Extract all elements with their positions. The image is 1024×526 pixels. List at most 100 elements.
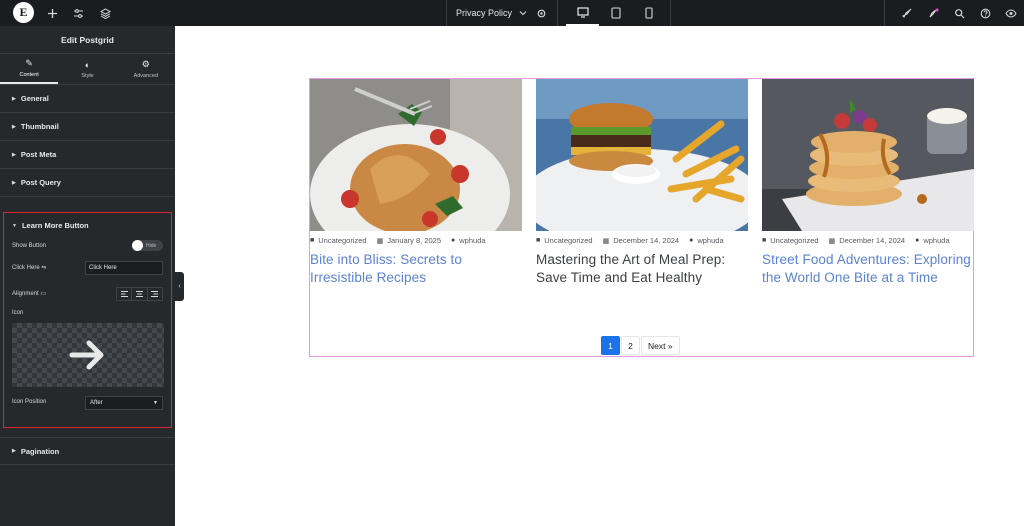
- calendar-icon: ▦: [828, 237, 836, 245]
- caret-right-icon: ▶: [12, 151, 16, 158]
- post-date: ▦ January 8, 2025: [376, 236, 442, 245]
- layers-icon[interactable]: [92, 0, 118, 26]
- section-general-label: General: [20, 94, 49, 103]
- arrow-right-icon: [69, 340, 104, 370]
- alignment-label: Alignment ▭: [12, 291, 47, 297]
- tablet-view-icon[interactable]: [599, 0, 632, 26]
- caret-down-icon: ▼: [153, 400, 158, 406]
- section-pagination[interactable]: ▶ Pagination: [0, 437, 175, 465]
- post-author[interactable]: ● wphuda: [915, 236, 950, 245]
- show-button-toggle[interactable]: Hide: [132, 240, 163, 251]
- page-2-button[interactable]: 2: [621, 336, 640, 355]
- section-general[interactable]: ▶ General: [0, 85, 175, 113]
- page-selector[interactable]: Privacy Policy: [456, 0, 527, 26]
- next-page-button[interactable]: Next »: [641, 336, 680, 355]
- section-pagination-label: Pagination: [20, 446, 60, 456]
- device-switcher: [566, 0, 665, 26]
- post-date: ▦ December 14, 2024: [828, 236, 906, 245]
- search-icon[interactable]: [946, 0, 972, 26]
- button-text-input[interactable]: Click Here: [85, 261, 163, 275]
- settings-sliders-icon[interactable]: [65, 0, 91, 26]
- folder-icon: ■: [310, 237, 315, 244]
- post-title[interactable]: Street Food Adventures: Exploring the Wo…: [762, 251, 974, 287]
- pencil-icon: ✎: [25, 58, 33, 68]
- folder-icon: ■: [536, 237, 541, 244]
- alignment-control: [116, 287, 163, 301]
- learn-more-label: Learn More Button: [21, 221, 89, 230]
- align-right-icon[interactable]: [148, 288, 162, 300]
- section-thumbnail-label: Thumbnail: [20, 122, 59, 131]
- tab-style-label: Style: [81, 72, 94, 79]
- page-settings-icon[interactable]: [528, 0, 554, 26]
- post-title[interactable]: Bite into Bliss: Secrets to Irresistible…: [310, 251, 522, 287]
- gear-icon: ⚙: [141, 59, 150, 69]
- calendar-icon: ▦: [376, 237, 384, 245]
- burger-thumbnail-image[interactable]: [536, 79, 748, 231]
- post-category[interactable]: ■ Uncategorized: [310, 236, 367, 245]
- align-center-icon[interactable]: [132, 288, 148, 300]
- post-meta: ■ Uncategorized ▦ January 8, 2025 ● wphuda: [310, 236, 522, 245]
- icon-position-label: Icon Position: [12, 399, 47, 405]
- folder-icon: ■: [762, 237, 767, 244]
- tab-content-label: Content: [19, 72, 39, 78]
- add-icon[interactable]: [39, 0, 65, 26]
- postgrid-widget[interactable]: ■ Uncategorized ▦ January 8, 2025 ● wphuda …: [309, 78, 974, 357]
- post-title[interactable]: Mastering the Art of Meal Prep: Save Tim…: [536, 251, 748, 287]
- notifications-icon[interactable]: [920, 0, 946, 26]
- icon-picker[interactable]: [12, 323, 164, 387]
- caret-right-icon: ▶: [12, 95, 16, 102]
- panel-tabs: ✎ Content ◐ Style ⚙ Advanced: [0, 54, 175, 85]
- section-post-query-label: Post Query: [20, 178, 61, 187]
- post-meta: ■ Uncategorized ▦ December 14, 2024 ● wphud…: [536, 236, 748, 245]
- section-post-meta[interactable]: ▶ Post Meta: [0, 141, 175, 169]
- post-category[interactable]: ■ Uncategorized: [762, 236, 819, 245]
- half-circle-icon: ◐: [84, 59, 91, 70]
- post-author[interactable]: ● wphuda: [689, 236, 724, 245]
- click-here-label: Click Here ⇋: [12, 265, 47, 271]
- pagination: 1 2 Next »: [601, 336, 680, 355]
- caret-right-icon: ▶: [12, 179, 16, 186]
- elementor-logo[interactable]: E: [13, 2, 34, 23]
- tab-style[interactable]: ◐ Style: [58, 54, 116, 84]
- align-left-icon[interactable]: [117, 288, 133, 300]
- user-icon: ●: [451, 237, 456, 244]
- collapse-panel-handle[interactable]: ‹: [175, 272, 184, 301]
- user-icon: ●: [915, 237, 920, 244]
- preview-eye-icon[interactable]: [998, 0, 1024, 26]
- tab-advanced[interactable]: ⚙ Advanced: [117, 54, 175, 84]
- post-card: ■ Uncategorized ▦ January 8, 2025 ● wphuda …: [310, 79, 522, 287]
- tab-content[interactable]: ✎ Content: [0, 54, 59, 84]
- mobile-view-icon[interactable]: [632, 0, 665, 26]
- rocket-icon[interactable]: [894, 0, 920, 26]
- post-date: ▦ December 14, 2024: [602, 236, 680, 245]
- post-meta: ■ Uncategorized ▦ December 14, 2024 ● wphud…: [762, 236, 974, 245]
- toggle-label: Hide: [146, 242, 157, 249]
- icon-position-select[interactable]: After ▼: [85, 396, 163, 410]
- page-1-button[interactable]: 1: [601, 336, 620, 355]
- chevron-down-icon: [519, 11, 527, 16]
- section-post-meta-label: Post Meta: [20, 150, 57, 159]
- icon-position-value: After: [90, 400, 103, 406]
- top-bar: E Privacy Policy: [0, 0, 1024, 26]
- dynamic-tags-icon[interactable]: ⇋: [41, 265, 46, 271]
- pasta-thumbnail-image[interactable]: [310, 79, 522, 231]
- show-button-label: Show Button: [12, 243, 47, 249]
- calendar-icon: ▦: [602, 237, 610, 245]
- post-category[interactable]: ■ Uncategorized: [536, 236, 593, 245]
- help-icon[interactable]: [972, 0, 998, 26]
- desktop-responsive-icon[interactable]: ▭: [40, 291, 46, 297]
- section-thumbnail[interactable]: ▶ Thumbnail: [0, 113, 175, 141]
- section-post-query[interactable]: ▶ Post Query: [0, 169, 175, 197]
- icon-label: Icon: [12, 310, 24, 316]
- post-card: ■ Uncategorized ▦ December 14, 2024 ● wphud…: [536, 79, 748, 287]
- pancake-thumbnail-image[interactable]: [762, 79, 974, 231]
- learn-more-section: ▼ Learn More Button Show Button Hide Cli…: [3, 212, 172, 428]
- editor-sidebar: Edit Postgrid ✎ Content ◐ Style ⚙ Advanc…: [0, 26, 175, 526]
- post-author[interactable]: ● wphuda: [451, 236, 486, 245]
- tab-advanced-label: Advanced: [133, 73, 159, 79]
- section-learn-more[interactable]: ▼ Learn More Button: [12, 221, 89, 230]
- desktop-view-icon[interactable]: [566, 0, 599, 26]
- page-select-label: Privacy Policy: [456, 8, 513, 18]
- caret-right-icon: ▶: [12, 448, 16, 454]
- caret-right-icon: ▶: [12, 123, 16, 130]
